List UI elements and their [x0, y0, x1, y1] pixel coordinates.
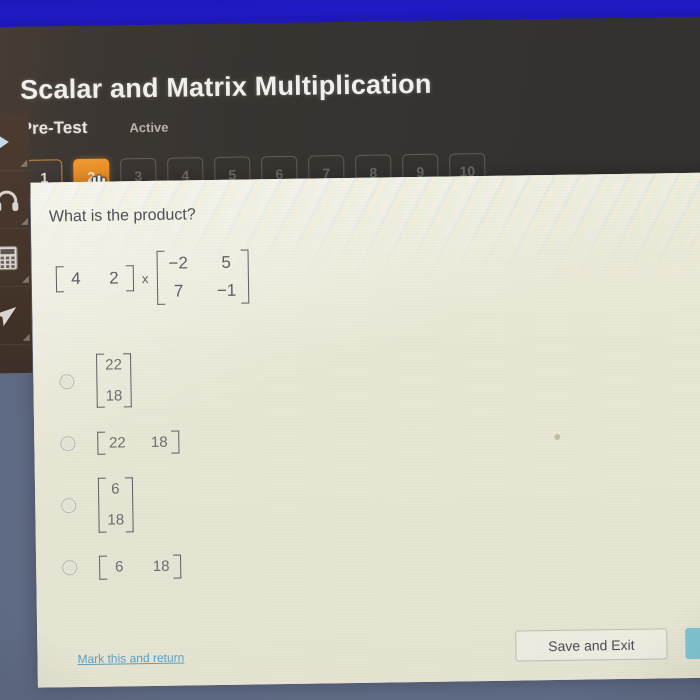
- tool-rail-item-calculator[interactable]: [0, 228, 32, 288]
- option-matrix: 6 18: [99, 554, 181, 579]
- app-header-chrome: Scalar and Matrix Multiplication Pre-Tes…: [0, 16, 700, 201]
- option-matrix-grid: 22 18: [105, 355, 122, 406]
- matrix-cell: −1: [216, 280, 237, 301]
- matrix-cell: 7: [173, 281, 184, 301]
- matrix-cell: 4: [71, 269, 81, 289]
- matrix-cell: 6: [111, 480, 120, 498]
- matrix-cell: 2: [109, 268, 119, 288]
- matrix-cell: 22: [105, 356, 122, 374]
- option-matrix-grid: 22 18: [106, 432, 170, 453]
- matrix-expression: 4 2 x −2 5 7 −1: [56, 250, 249, 307]
- tilted-screen-photo: Scalar and Matrix Multiplication Pre-Tes…: [0, 0, 700, 700]
- page-title: Scalar and Matrix Multiplication: [19, 68, 432, 105]
- option-matrix-grid: 6 18: [108, 557, 172, 578]
- option-matrix: 22 18: [96, 353, 131, 408]
- matrix-cell: 22: [108, 433, 126, 452]
- option-matrix: 22 18: [97, 430, 179, 455]
- matrix-cell: 6: [114, 558, 124, 576]
- multiplication-operator: x: [141, 270, 149, 286]
- question-content-card: What is the product? 4 2 x −2 5 7 −1 22 …: [30, 172, 700, 688]
- matrix-cell: −2: [168, 253, 189, 273]
- calculator-icon: [0, 245, 18, 270]
- tool-rail[interactable]: [0, 112, 33, 374]
- answer-option-c[interactable]: 6 18: [61, 472, 482, 533]
- answer-options: 22 18 22 18 6 18 6 18: [59, 348, 483, 603]
- right-matrix-grid: −2 5 7 −1: [165, 252, 240, 303]
- chevron-right-icon: [0, 133, 9, 150]
- question-prompt: What is the product?: [48, 206, 196, 226]
- save-and-exit-button[interactable]: Save and Exit: [515, 628, 668, 662]
- radio-button[interactable]: [59, 373, 75, 390]
- tool-rail-item-chevron[interactable]: [0, 112, 30, 172]
- save-and-exit-label: Save and Exit: [548, 636, 635, 654]
- left-matrix: 4 2: [56, 265, 134, 292]
- mark-this-and-return-link[interactable]: Mark this and return: [77, 651, 184, 667]
- radio-button[interactable]: [60, 435, 76, 452]
- matrix-cell: 18: [105, 387, 123, 405]
- header-subrow: Pre-Test Active: [21, 117, 169, 139]
- status-badge: Active: [129, 119, 169, 136]
- next-button[interactable]: [685, 627, 700, 660]
- option-matrix-grid: 6 18: [107, 480, 124, 531]
- radio-button[interactable]: [62, 560, 78, 576]
- matrix-cell: 18: [150, 433, 168, 451]
- answer-option-d[interactable]: 6 18: [62, 545, 482, 585]
- left-matrix-grid: 4 2: [65, 267, 125, 290]
- headphones-icon: [0, 190, 19, 211]
- tool-rail-item-pointer[interactable]: [0, 286, 32, 346]
- tool-rail-item-headphones[interactable]: [0, 170, 31, 230]
- matrix-cell: 5: [221, 252, 232, 272]
- matrix-cell: 18: [152, 557, 170, 575]
- course-label: Pre-Test: [20, 117, 88, 138]
- screenshot-root: Scalar and Matrix Multiplication Pre-Tes…: [0, 0, 700, 700]
- answer-option-b[interactable]: 22 18: [60, 420, 480, 460]
- option-matrix: 6 18: [98, 478, 133, 533]
- answer-option-a[interactable]: 22 18: [59, 348, 480, 409]
- arrow-pointer-icon: [0, 306, 17, 326]
- screen-dust-speck: [554, 433, 561, 440]
- matrix-cell: 18: [107, 511, 125, 529]
- right-matrix: −2 5 7 −1: [156, 250, 249, 305]
- radio-button[interactable]: [61, 498, 77, 514]
